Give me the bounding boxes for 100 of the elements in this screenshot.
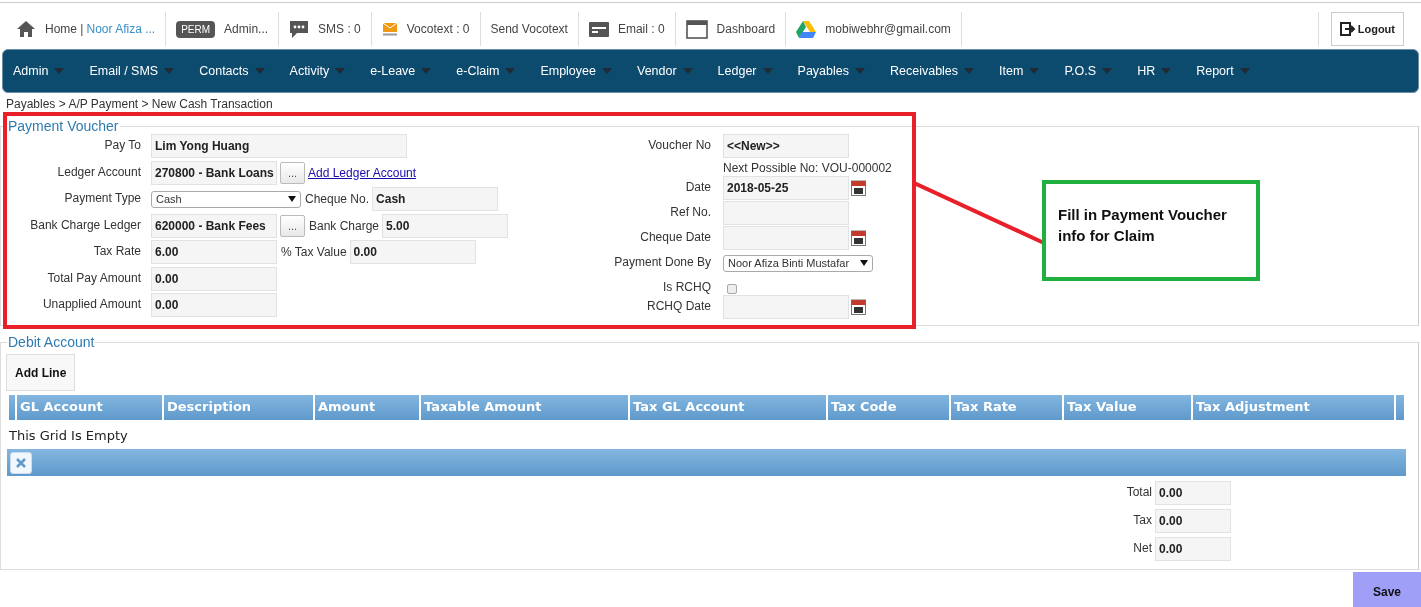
- text-field[interactable]: Cash: [372, 187, 499, 212]
- payment-type-select[interactable]: Cash: [151, 190, 301, 208]
- total-label: Total: [1126, 484, 1152, 501]
- top-bar-item[interactable]: Send Vocotext: [490, 22, 568, 36]
- top-bar-item[interactable]: mobiwebhr@gmail.com: [825, 22, 951, 36]
- caret-icon: [421, 68, 432, 74]
- nav-menu-item[interactable]: e-Claim: [456, 64, 516, 78]
- total-field: 0.00: [1155, 537, 1231, 561]
- caret-icon: [855, 68, 865, 74]
- date-field[interactable]: 2018-05-25: [723, 176, 849, 200]
- nav-menu-item[interactable]: e-Leave: [370, 64, 432, 78]
- total-label: Tax: [1132, 512, 1152, 529]
- field-label: Voucher No: [647, 137, 711, 154]
- total-field: 0.00: [1155, 481, 1231, 505]
- save-button[interactable]: Save: [1353, 572, 1421, 607]
- dropdown-arrow-icon: [288, 196, 296, 203]
- nav-menu-item[interactable]: Receivables: [890, 64, 975, 78]
- logout-button[interactable]: Logout: [1330, 12, 1404, 46]
- nav-menu-item[interactable]: Ledger: [717, 64, 773, 78]
- nav-menu-item[interactable]: Email / SMS: [89, 64, 175, 78]
- top-bar-item[interactable]: SMS : 0: [318, 22, 361, 36]
- nav-menu-item[interactable]: Activity: [289, 64, 346, 78]
- close-icon: [16, 457, 26, 468]
- empty-grid-message: This Grid Is Empty: [8, 427, 129, 445]
- text-field[interactable]: 0.00: [349, 240, 476, 265]
- top-bar-item[interactable]: Dashboard: [716, 22, 776, 36]
- top-bar-item[interactable]: Admin...: [224, 22, 269, 36]
- chat-icon[interactable]: [289, 19, 310, 39]
- caret-icon: [1161, 68, 1172, 74]
- nav-menu-item[interactable]: Report: [1196, 64, 1250, 78]
- caret-icon: [335, 68, 346, 74]
- calendar-icon[interactable]: [851, 230, 866, 246]
- top-bar-item[interactable]: Home |: [45, 22, 84, 36]
- date-field[interactable]: [723, 295, 849, 319]
- field-label: Bank Charge: [309, 218, 380, 233]
- text-field[interactable]: 620000 - Bank Fees: [151, 213, 277, 238]
- add-line-button[interactable]: Add Line: [6, 354, 76, 391]
- caret-icon: [602, 68, 612, 74]
- home-icon[interactable]: [16, 20, 36, 38]
- window-icon[interactable]: [685, 19, 708, 39]
- dropdown-arrow-icon: [860, 260, 868, 266]
- payment-done-by-select[interactable]: Noor Afiza Binti Mustafar: [723, 254, 873, 272]
- field-label: Unapplied Amount: [41, 296, 141, 314]
- nav-menu-item[interactable]: Contacts: [199, 64, 265, 78]
- calendar-icon[interactable]: [851, 299, 866, 315]
- text-field[interactable]: <<New>>: [723, 134, 849, 158]
- envelope-icon[interactable]: [381, 22, 398, 36]
- nav-menu-item[interactable]: Item: [999, 64, 1040, 78]
- date-field[interactable]: [723, 226, 849, 250]
- caret-icon: [762, 68, 773, 74]
- nav-menu-item[interactable]: HR: [1137, 64, 1172, 78]
- rchq-checkbox[interactable]: [727, 284, 737, 294]
- caret-icon: [964, 68, 975, 74]
- text-field[interactable]: 0.00: [151, 266, 277, 291]
- next-number-note: Next Possible No: VOU-000002: [723, 160, 892, 175]
- field-label: Is RCHQ: [662, 279, 711, 294]
- drive-icon[interactable]: [796, 20, 817, 38]
- section-title: Payment Voucher: [7, 118, 120, 134]
- add-ledger-link[interactable]: Add Ledger Account: [308, 165, 417, 180]
- top-bar-item[interactable]: Vocotext : 0: [406, 22, 470, 36]
- header-cell: [9, 395, 15, 420]
- nav-menu-item[interactable]: P.O.S: [1064, 64, 1113, 78]
- field-label: Payment Done By: [613, 254, 711, 271]
- caret-icon: [1239, 68, 1250, 74]
- text-field[interactable]: [723, 201, 849, 225]
- field-label: Ref No.: [669, 204, 711, 221]
- top-bar-item[interactable]: Email : 0: [617, 22, 665, 36]
- card-icon[interactable]: [588, 21, 609, 37]
- caret-icon: [505, 68, 516, 74]
- nav-menu-item[interactable]: Employee: [540, 64, 612, 78]
- text-field[interactable]: 6.00: [151, 240, 277, 265]
- perm-badge: PERM: [176, 20, 216, 38]
- field-label: Bank Charge Ledger: [29, 216, 141, 234]
- field-label: Ledger Account: [56, 163, 141, 181]
- field-label: % Tax Value: [281, 245, 347, 260]
- text-field[interactable]: 5.00: [382, 213, 509, 238]
- nav-menu-item[interactable]: Vendor: [637, 64, 693, 78]
- text-field[interactable]: Lim Yong Huang: [151, 134, 407, 158]
- annotation-callout: Fill in Payment Voucher info for Claim: [1042, 180, 1260, 281]
- nav-menu-item[interactable]: Admin: [13, 64, 65, 78]
- browse-button[interactable]: ...: [280, 161, 305, 184]
- caret-icon: [1029, 68, 1040, 74]
- caret-icon: [164, 68, 175, 74]
- browse-button[interactable]: ...: [280, 214, 305, 237]
- logout-icon: [1339, 22, 1356, 36]
- text-field[interactable]: 0.00: [151, 293, 277, 318]
- breadcrumb: Payables > A/P Payment > New Cash Transaction: [5, 96, 274, 112]
- user-link[interactable]: Noor Afiza ...: [86, 22, 156, 36]
- header-cell: [1396, 395, 1404, 420]
- caret-icon: [1102, 68, 1113, 74]
- nav-menu-item[interactable]: Payables: [797, 64, 865, 78]
- field-label: Pay To: [103, 137, 141, 154]
- field-label: Total Pay Amount: [46, 269, 141, 287]
- calendar-icon[interactable]: [851, 180, 866, 196]
- close-button[interactable]: [10, 451, 32, 474]
- section-title: Debit Account: [7, 334, 96, 350]
- text-field[interactable]: 270800 - Bank Loans: [151, 160, 277, 185]
- field-label: Date: [684, 179, 711, 196]
- total-field: 0.00: [1155, 509, 1231, 533]
- field-label: Cheque Date: [639, 229, 711, 246]
